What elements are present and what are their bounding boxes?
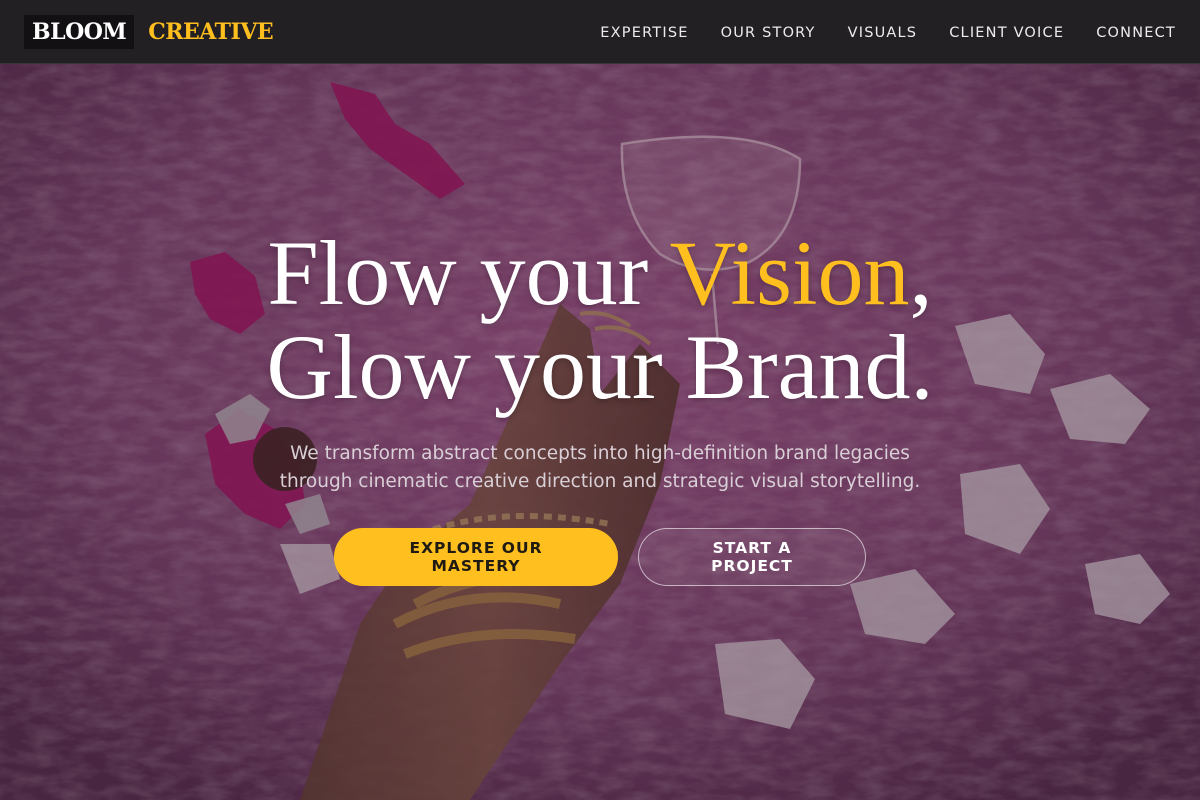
- cta-row: EXPLORE OUR MASTERY START A PROJECT: [0, 528, 1200, 586]
- subtitle-line-2: through cinematic creative direction and…: [279, 471, 921, 492]
- hero-headline: Flow your Vision, Glow your Brand.: [0, 226, 1200, 414]
- brand-name-bloom: BLOOM: [24, 14, 135, 49]
- hero-subtitle: We transform abstract concepts into high…: [240, 440, 960, 496]
- nav-link-visuals[interactable]: VISUALS: [848, 25, 918, 41]
- nav-link-client-voice[interactable]: CLIENT VOICE: [949, 25, 1064, 41]
- headline-line-1: Flow your Vision,: [268, 222, 933, 324]
- explore-mastery-button[interactable]: EXPLORE OUR MASTERY: [334, 528, 618, 586]
- headline-comma: ,: [909, 222, 933, 324]
- headline-text-flow: Flow your: [267, 222, 670, 324]
- hero-content: Flow your Vision, Glow your Brand. We tr…: [0, 64, 1200, 586]
- nav-link-expertise[interactable]: EXPERTISE: [600, 25, 688, 41]
- headline-line-2: Glow your Brand.: [266, 316, 934, 418]
- nav-link-our-story[interactable]: OUR STORY: [721, 25, 816, 41]
- brand-logo[interactable]: BLOOM CREATIVE: [24, 14, 274, 49]
- headline-accent-vision: Vision: [669, 222, 910, 324]
- nav-menu: EXPERTISE OUR STORY VISUALS CLIENT VOICE…: [600, 22, 1176, 41]
- start-project-button[interactable]: START A PROJECT: [638, 528, 866, 586]
- navbar: BLOOM CREATIVE EXPERTISE OUR STORY VISUA…: [0, 0, 1200, 64]
- nav-link-connect[interactable]: CONNECT: [1096, 25, 1176, 41]
- brand-name-creative: CREATIVE: [148, 18, 274, 45]
- subtitle-line-1: We transform abstract concepts into high…: [290, 443, 910, 464]
